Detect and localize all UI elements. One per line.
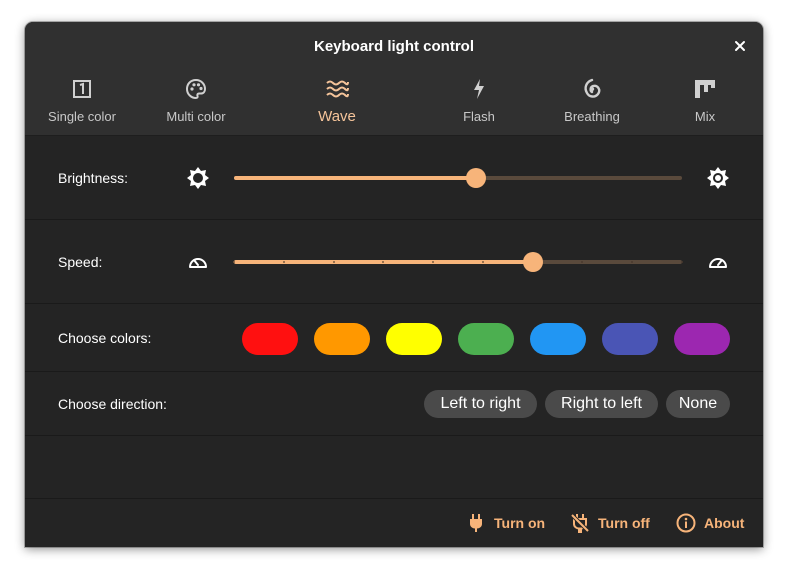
main-window: Keyboard light control Single color Mult…: [25, 22, 763, 547]
brightness-high-icon: [706, 166, 730, 190]
tab-label: Wave: [318, 108, 356, 125]
speed-slider[interactable]: [233, 252, 683, 272]
color-swatch[interactable]: [674, 323, 730, 355]
mix-icon: [694, 78, 716, 100]
tab-label: Breathing: [564, 109, 620, 124]
turn-on-button[interactable]: Turn on: [466, 510, 545, 536]
colors-label: Choose colors:: [58, 330, 152, 346]
speed-row: Speed:: [25, 220, 763, 304]
speed-slow-icon: [186, 250, 210, 274]
turn-off-button[interactable]: Turn off: [570, 510, 650, 536]
plug-off-icon: [570, 513, 590, 533]
direction-row: Choose direction: Left to right Right to…: [25, 372, 763, 436]
footer-bar: Turn on Turn off About: [25, 498, 763, 547]
tab-single-color[interactable]: Single color: [25, 70, 142, 136]
brightness-slider[interactable]: [234, 168, 682, 188]
speed-tick-mark: [581, 261, 583, 263]
speed-tick-mark: [283, 261, 285, 263]
speed-label: Speed:: [58, 254, 103, 270]
color-swatch[interactable]: [530, 323, 586, 355]
info-icon: [676, 513, 696, 533]
slider-fill: [234, 176, 476, 180]
slider-thumb[interactable]: [523, 252, 543, 272]
tab-label: Mix: [694, 109, 716, 124]
speed-tick-mark: [631, 261, 633, 263]
color-swatch[interactable]: [314, 323, 370, 355]
speed-tick-mark: [432, 261, 434, 263]
brightness-low-icon: [186, 166, 210, 190]
speed-fast-icon: [706, 250, 730, 274]
palette-icon: [185, 78, 207, 100]
colors-row: Choose colors:: [25, 304, 763, 372]
tab-multi-color[interactable]: Multi color: [136, 70, 256, 136]
tab-breathing[interactable]: Breathing: [532, 70, 652, 136]
speed-tick-mark: [382, 261, 384, 263]
tab-label: Single color: [48, 109, 116, 124]
direction-right-to-left-button[interactable]: Right to left: [545, 390, 658, 418]
direction-none-button[interactable]: None: [666, 390, 730, 418]
speed-tick-mark: [233, 261, 235, 263]
color-swatch[interactable]: [458, 323, 514, 355]
direction-left-to-right-button[interactable]: Left to right: [424, 390, 537, 418]
speed-tick-mark: [681, 261, 683, 263]
color-swatch[interactable]: [602, 323, 658, 355]
wave-icon: [325, 78, 349, 100]
tab-wave[interactable]: Wave: [277, 70, 397, 136]
color-swatch[interactable]: [386, 323, 442, 355]
slider-thumb[interactable]: [466, 168, 486, 188]
direction-label: Choose direction:: [58, 396, 167, 412]
close-icon: [735, 41, 745, 51]
turn-on-label: Turn on: [494, 515, 546, 531]
brightness-row: Brightness:: [25, 136, 763, 220]
window-title: Keyboard light control: [313, 37, 474, 55]
breathing-icon: [581, 78, 603, 100]
tab-label: Multi color: [166, 109, 226, 124]
about-button[interactable]: About: [676, 510, 744, 536]
single-color-icon: [72, 78, 92, 100]
color-swatch[interactable]: [242, 323, 298, 355]
speed-tick-mark: [333, 261, 335, 263]
speed-tick-mark: [482, 261, 484, 263]
mode-tabs: Single color Multi color Wave Flash Brea…: [25, 70, 763, 136]
tab-mix[interactable]: Mix: [645, 70, 763, 136]
close-button[interactable]: [729, 35, 751, 57]
brightness-label: Brightness:: [58, 170, 129, 186]
tab-flash[interactable]: Flash: [419, 70, 539, 136]
title-bar: Keyboard light control: [25, 22, 763, 70]
about-label: About: [704, 515, 745, 531]
tab-label: Flash: [463, 109, 495, 124]
plug-icon: [470, 514, 482, 532]
turn-off-label: Turn off: [598, 515, 650, 531]
flash-icon: [472, 78, 486, 100]
